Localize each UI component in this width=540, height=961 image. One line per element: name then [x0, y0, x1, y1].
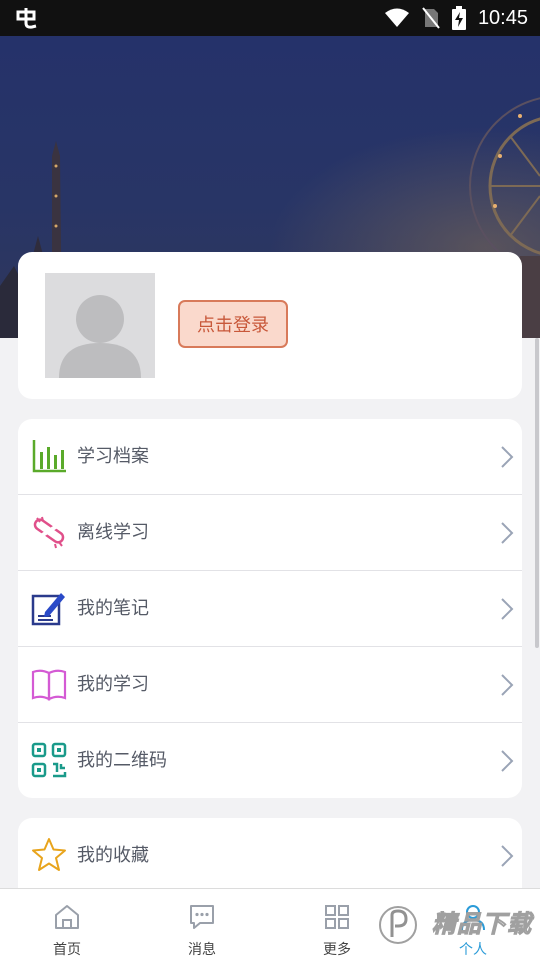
wifi-icon: [384, 8, 409, 27]
tab-label: 首页: [53, 942, 81, 958]
tab-label: 个人: [459, 942, 487, 958]
person-icon: [461, 905, 485, 931]
menu-item-my-study[interactable]: 我的学习: [18, 647, 522, 723]
chevron-right-icon: [501, 674, 514, 696]
menu-item-my-notes[interactable]: 我的笔记: [18, 571, 522, 647]
chevron-right-icon: [501, 446, 514, 468]
menu-card: 学习档案 离线学习 我的笔记 我的学习 我的二维码: [18, 419, 522, 798]
menu-item-label: 我的学习: [77, 674, 149, 695]
offline-link-icon: [33, 516, 65, 549]
menu-item-my-qrcode[interactable]: 我的二维码: [18, 723, 522, 799]
menu-item-label: 我的笔记: [77, 598, 149, 619]
menu-item-study-record[interactable]: 学习档案: [18, 419, 522, 495]
qr-code-icon: [31, 742, 67, 778]
scrollbar[interactable]: [535, 338, 539, 648]
bar-chart-icon: [32, 440, 66, 473]
chevron-right-icon: [501, 845, 514, 867]
notes-pen-icon: [31, 593, 65, 626]
tab-more[interactable]: 更多: [287, 889, 387, 961]
menu-item-label: 离线学习: [77, 522, 149, 543]
menu-item-label: 我的二维码: [77, 750, 167, 771]
bottom-tab-bar: 首页 消息 更多 个人: [0, 888, 540, 961]
login-button[interactable]: 点击登录: [178, 300, 288, 348]
app-logo-icon: [16, 8, 37, 29]
home-icon: [55, 905, 79, 929]
no-sim-icon: [422, 7, 440, 29]
tab-messages[interactable]: 消息: [152, 889, 252, 961]
tab-home[interactable]: 首页: [17, 889, 117, 961]
status-bar: 10:45: [0, 0, 540, 36]
tab-label: 消息: [188, 942, 216, 958]
menu-item-label: 我的收藏: [77, 845, 149, 866]
profile-card: 点击登录: [18, 252, 522, 399]
grid-icon: [325, 905, 349, 929]
clock: 10:45: [477, 6, 528, 29]
battery-charging-icon: [451, 6, 466, 30]
chevron-right-icon: [501, 598, 514, 620]
tab-profile[interactable]: 个人: [423, 889, 523, 961]
star-icon: [32, 838, 66, 871]
tab-label: 更多: [323, 942, 351, 958]
message-icon: [190, 905, 214, 929]
menu-item-offline-study[interactable]: 离线学习: [18, 495, 522, 571]
chevron-right-icon: [501, 522, 514, 544]
open-book-icon: [31, 669, 67, 701]
menu-item-my-favorites[interactable]: 我的收藏: [18, 818, 522, 894]
avatar-placeholder-icon[interactable]: [45, 273, 155, 378]
menu-item-label: 学习档案: [77, 446, 149, 467]
chevron-right-icon: [501, 750, 514, 772]
